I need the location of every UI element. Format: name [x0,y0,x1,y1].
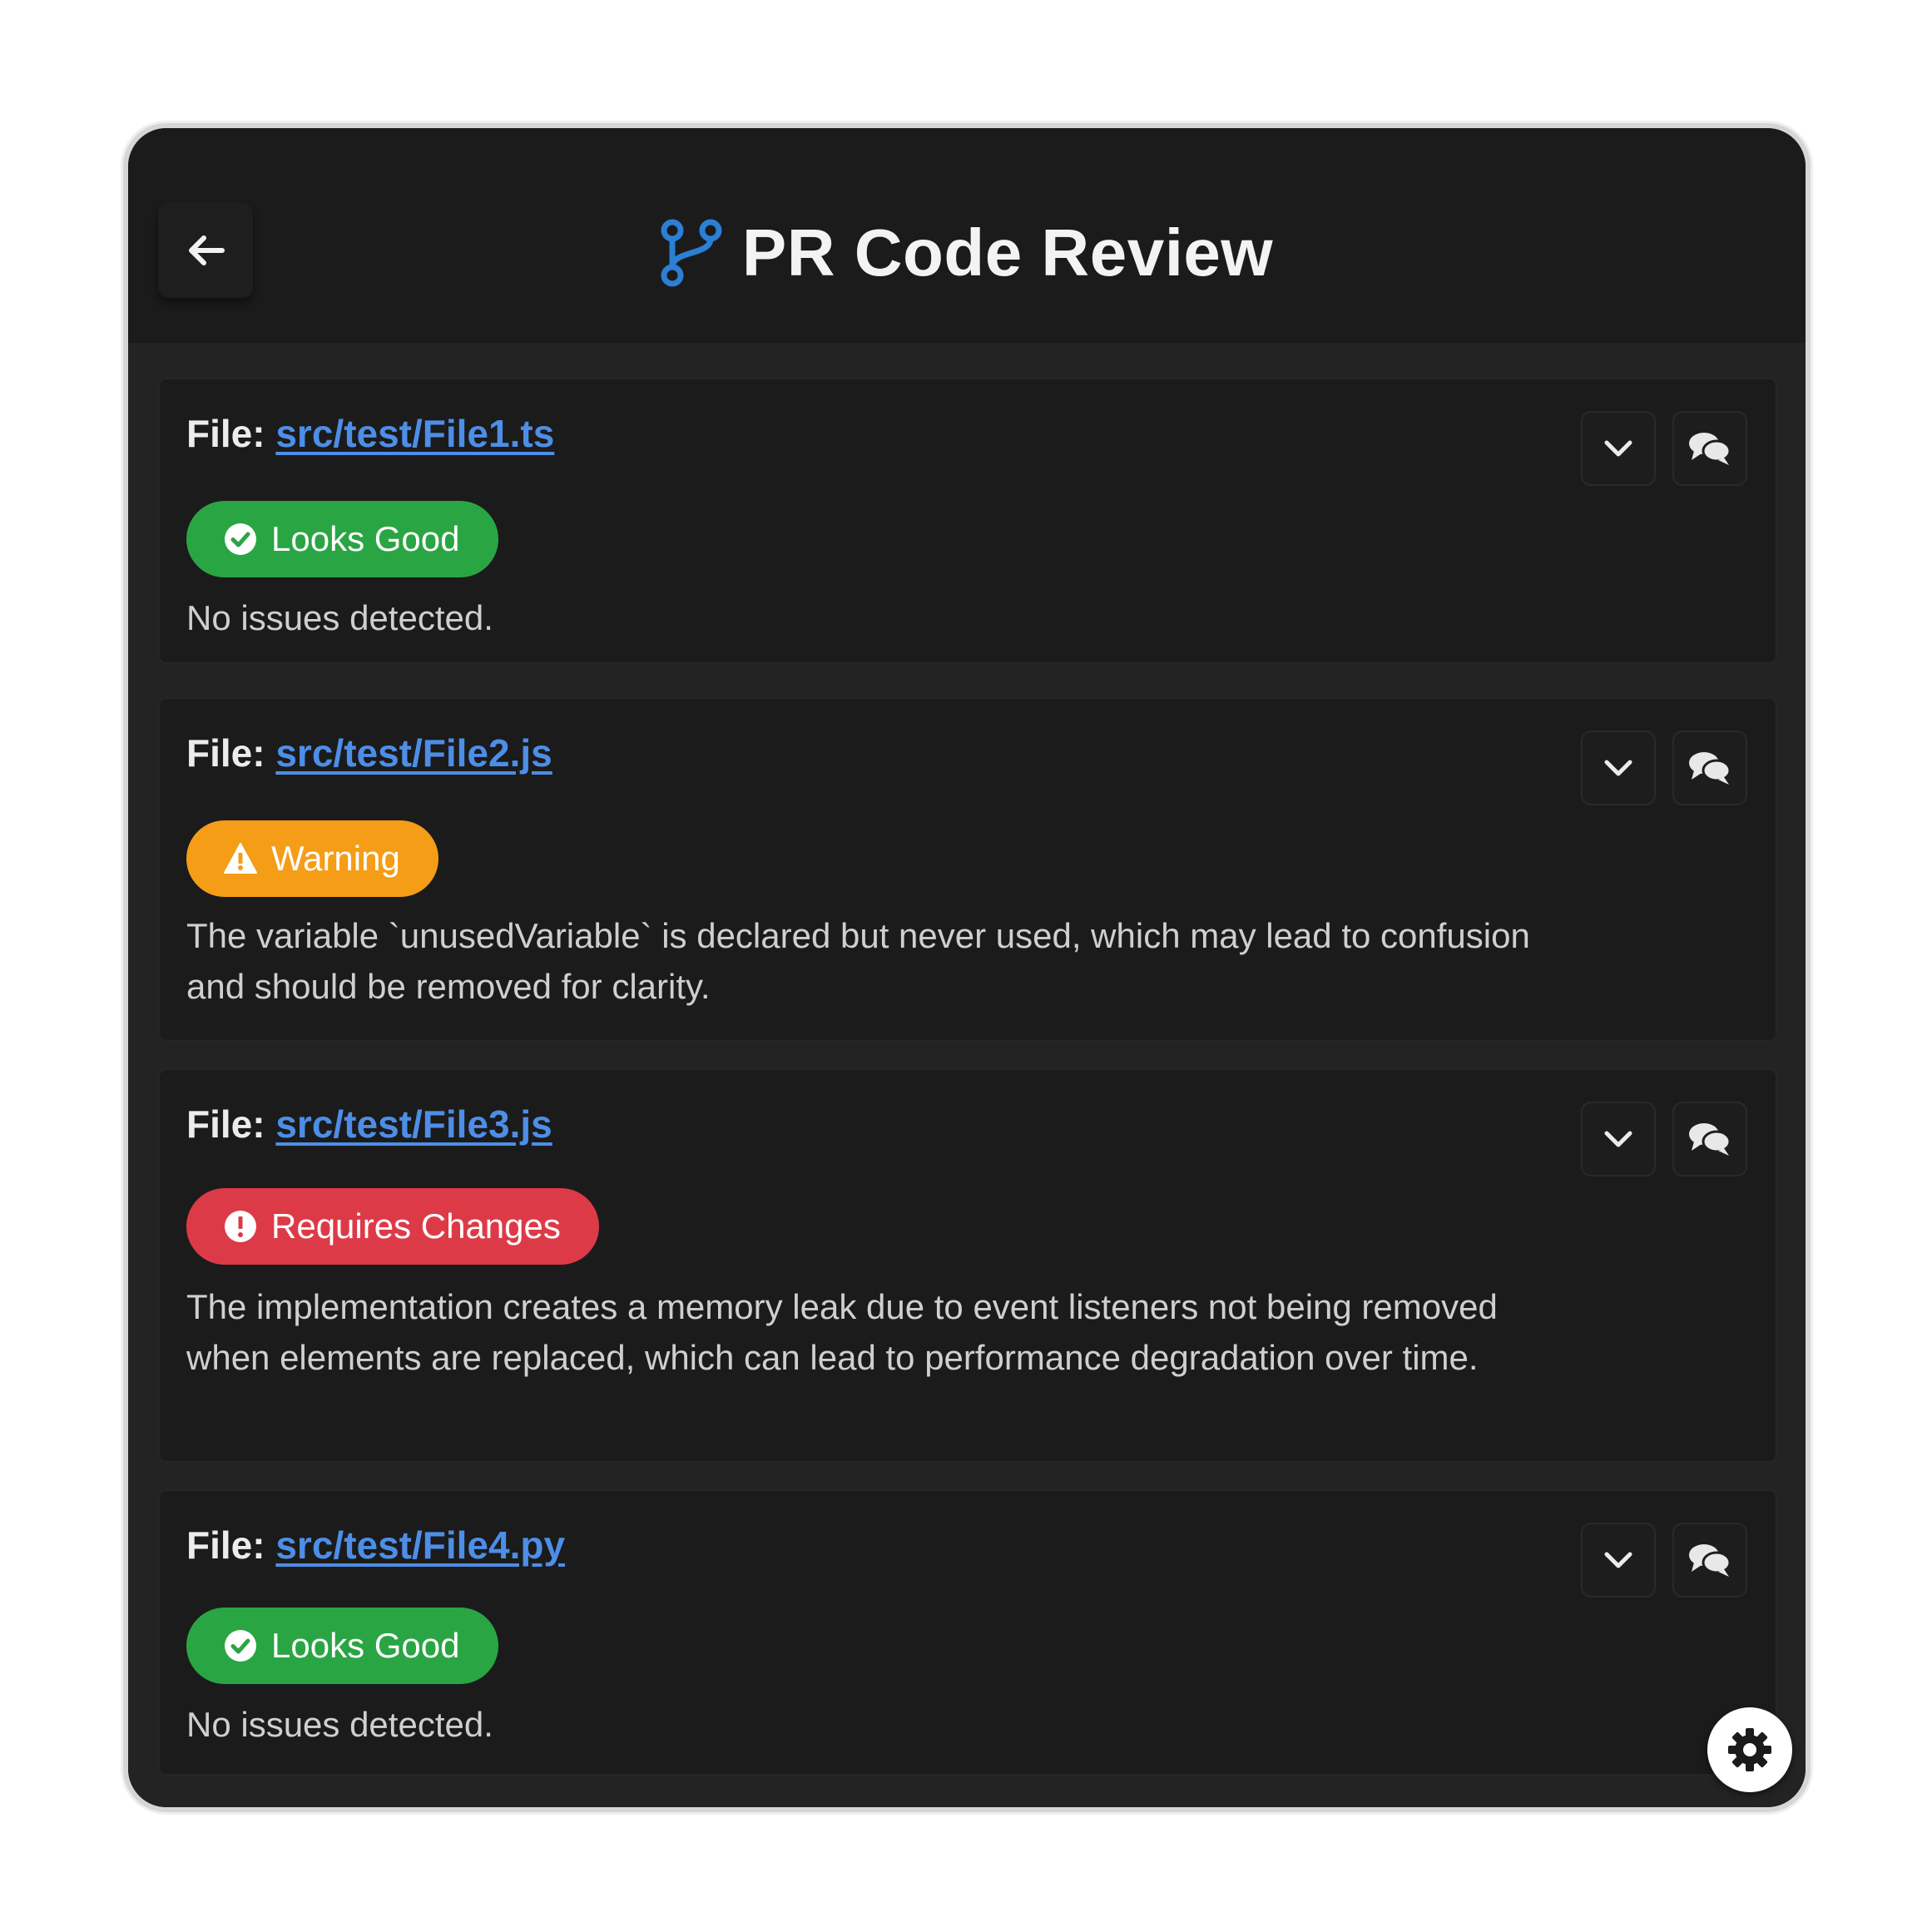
check-circle-icon [225,1630,256,1662]
file-path-link[interactable]: src/test/File4.py [275,1523,565,1567]
review-description: No issues detected. [186,598,493,637]
file-review-card: File: src/test/File1.ts Looks Good No is… [158,378,1777,664]
status-badge-label: Requires Changes [271,1206,561,1246]
file-label: File: [186,1523,276,1567]
comments-icon [1689,433,1731,465]
file-heading: File: src/test/File3.js [186,1102,552,1147]
chevron-down-icon [1604,440,1632,457]
expand-button[interactable] [1581,731,1656,805]
status-badge-label: Warning [271,839,400,878]
chevron-down-icon [1604,1131,1632,1147]
review-list: File: src/test/File1.ts Looks Good No is… [128,343,1806,1807]
header: PR Code Review [128,128,1806,343]
file-review-card: File: src/test/File2.js Warning The vari… [158,697,1777,1042]
comments-button[interactable] [1672,411,1747,486]
comments-icon [1689,1544,1731,1577]
page-title-wrap: PR Code Review [128,211,1806,295]
file-path-link[interactable]: src/test/File2.js [275,731,552,775]
file-path-link[interactable]: src/test/File3.js [275,1102,552,1146]
status-badge-label: Looks Good [271,1626,460,1665]
file-review-card: File: src/test/File4.py Looks Good No is… [158,1489,1777,1776]
review-description: The variable `unusedVariable` is declare… [186,916,1530,1006]
warning-triangle-icon [224,843,257,874]
comments-icon [1689,752,1731,785]
file-label: File: [186,1102,276,1146]
check-circle-icon [225,523,256,555]
comments-icon [1689,1123,1731,1156]
file-path-link[interactable]: src/test/File1.ts [275,412,554,455]
file-heading: File: src/test/File4.py [186,1523,565,1568]
gear-icon [1728,1728,1771,1771]
status-badge: Warning [186,820,438,897]
git-branch-icon [661,219,722,287]
file-review-card: File: src/test/File3.js Requires Changes… [158,1068,1777,1463]
settings-button[interactable] [1707,1707,1792,1792]
review-description: No issues detected. [186,1705,493,1744]
exclamation-circle-icon [225,1211,256,1242]
comments-button[interactable] [1672,731,1747,805]
page-title: PR Code Review [741,215,1274,290]
comments-button[interactable] [1672,1523,1747,1598]
expand-button[interactable] [1581,1523,1656,1598]
file-label: File: [186,412,276,455]
file-heading: File: src/test/File2.js [186,731,552,775]
file-heading: File: src/test/File1.ts [186,411,554,456]
code-review-window: PR Code Review File: src/test/File1.ts L… [123,123,1811,1812]
status-badge: Looks Good [186,1608,498,1684]
status-badge-label: Looks Good [271,519,460,558]
expand-button[interactable] [1581,411,1656,486]
chevron-down-icon [1604,1552,1632,1568]
status-badge: Looks Good [186,501,498,577]
expand-button[interactable] [1581,1102,1656,1177]
file-label: File: [186,731,276,775]
comments-button[interactable] [1672,1102,1747,1177]
status-badge: Requires Changes [186,1188,599,1265]
chevron-down-icon [1604,760,1632,776]
review-description: The implementation creates a memory leak… [186,1287,1498,1377]
